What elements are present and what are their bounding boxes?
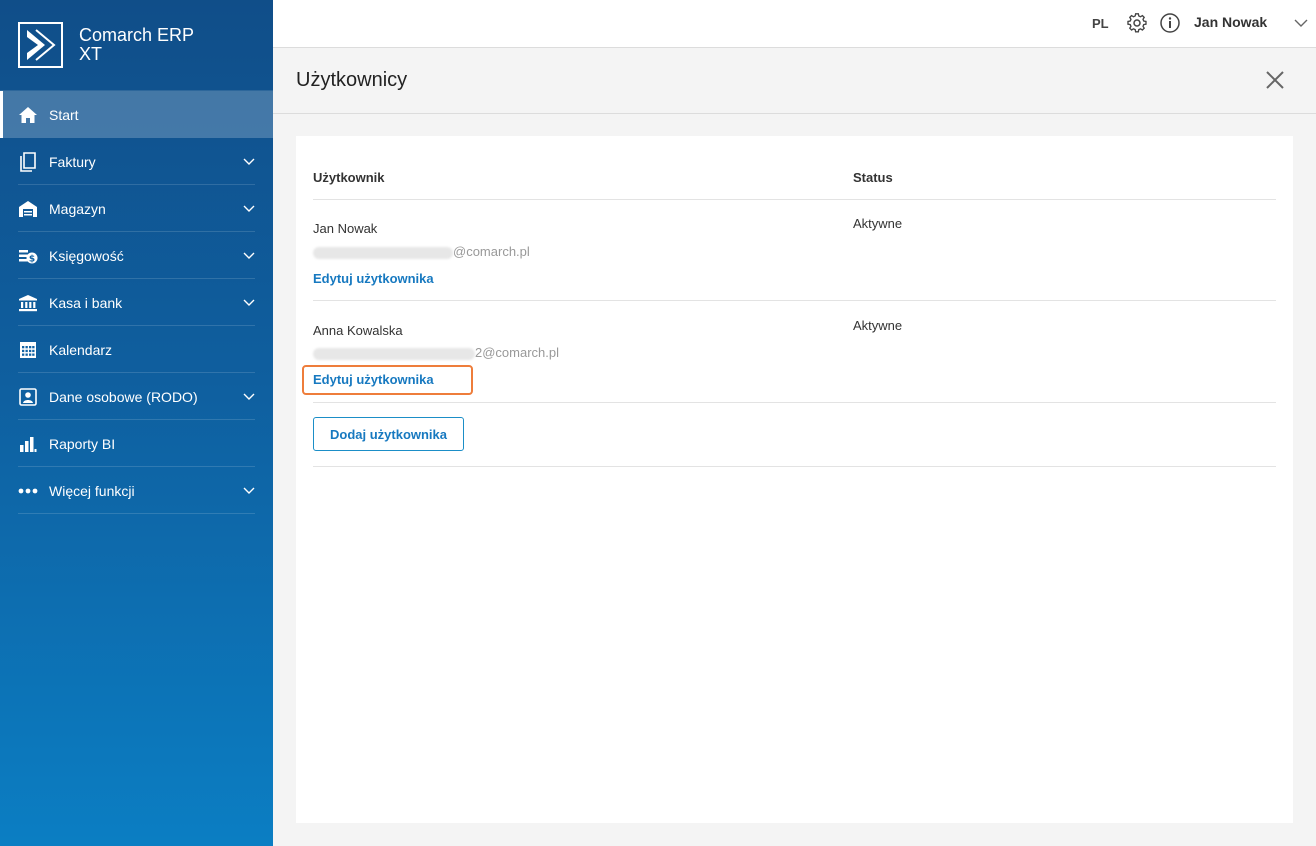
- page-header: Użytkownicy: [273, 48, 1316, 114]
- user-status: Aktywne: [853, 318, 903, 333]
- divider: [313, 402, 1276, 403]
- bank-icon: [18, 293, 38, 313]
- bar-chart-icon: [18, 434, 38, 454]
- chevron-down-icon[interactable]: [1294, 16, 1308, 30]
- sidebar-item-magazyn[interactable]: Magazyn: [0, 185, 273, 232]
- home-icon: [18, 105, 38, 125]
- sidebar-item-kalendarz[interactable]: Kalendarz: [0, 326, 273, 373]
- comarch-logo-icon: [18, 22, 63, 68]
- column-header-status: Status: [853, 170, 893, 185]
- sidebar: Comarch ERP XT Start Faktury Magazyn $ K…: [0, 0, 273, 846]
- user-email: 2@comarch.pl: [313, 345, 559, 360]
- user-status: Aktywne: [853, 216, 903, 231]
- brand[interactable]: Comarch ERP XT: [0, 0, 273, 91]
- sidebar-nav: Start Faktury Magazyn $ Księgowość Kasa …: [0, 91, 273, 514]
- chevron-down-icon: [243, 205, 255, 212]
- edit-user-link[interactable]: Edytuj użytkownika: [313, 271, 434, 286]
- accounting-icon: $: [18, 246, 38, 266]
- sidebar-item-label: Start: [49, 106, 79, 123]
- sidebar-item-label: Kasa i bank: [49, 294, 123, 311]
- edit-user-link[interactable]: Edytuj użytkownika: [313, 372, 434, 387]
- info-icon[interactable]: [1159, 12, 1181, 34]
- sidebar-item-label: Kalendarz: [49, 341, 113, 358]
- person-card-icon: [18, 387, 38, 407]
- app-name: Comarch ERP XT: [79, 25, 194, 64]
- divider: [313, 466, 1276, 467]
- sidebar-item-label: Więcej funkcji: [49, 482, 135, 499]
- sidebar-item-ksiegowosc[interactable]: $ Księgowość: [0, 232, 273, 279]
- add-user-button[interactable]: Dodaj użytkownika: [313, 417, 464, 451]
- divider: [313, 300, 1276, 301]
- sidebar-item-label: Księgowość: [49, 247, 124, 264]
- sidebar-item-wiecej-funkcji[interactable]: Więcej funkcji: [0, 467, 273, 514]
- calendar-icon: [18, 340, 38, 360]
- user-email: @comarch.pl: [313, 244, 530, 259]
- sidebar-item-label: Raporty BI: [49, 435, 116, 452]
- sidebar-item-raporty-bi[interactable]: Raporty BI: [0, 420, 273, 467]
- users-card: Użytkownik Status Jan Nowak @comarch.pl …: [296, 136, 1293, 823]
- sidebar-item-dane-osobowe[interactable]: Dane osobowe (RODO): [0, 373, 273, 420]
- language-switch[interactable]: PL: [1092, 16, 1109, 31]
- warehouse-icon: [18, 199, 38, 219]
- user-name: Anna Kowalska: [313, 323, 403, 338]
- chevron-down-icon: [243, 393, 255, 400]
- close-icon[interactable]: [1263, 68, 1287, 92]
- divider: [313, 199, 1276, 200]
- sidebar-item-start[interactable]: Start: [0, 91, 273, 138]
- redacted-text: [313, 246, 453, 259]
- chevron-down-icon: [243, 299, 255, 306]
- redacted-text: [313, 347, 475, 360]
- page-title: Użytkownicy: [296, 69, 408, 91]
- topbar: PL Jan Nowak: [273, 0, 1316, 48]
- more-dots-icon: [18, 481, 38, 501]
- chevron-down-icon: [243, 158, 255, 165]
- sidebar-item-faktury[interactable]: Faktury: [0, 138, 273, 185]
- column-header-user: Użytkownik: [313, 170, 385, 185]
- document-icon: [18, 151, 38, 172]
- chevron-down-icon: [243, 252, 255, 259]
- sidebar-item-label: Magazyn: [49, 200, 106, 217]
- sidebar-item-kasa-i-bank[interactable]: Kasa i bank: [0, 279, 273, 326]
- user-menu[interactable]: Jan Nowak: [1194, 14, 1267, 30]
- user-name: Jan Nowak: [313, 221, 378, 236]
- sidebar-item-label: Dane osobowe (RODO): [49, 388, 198, 405]
- chevron-down-icon: [243, 487, 255, 494]
- gear-icon[interactable]: [1126, 12, 1148, 34]
- sidebar-item-label: Faktury: [49, 153, 96, 170]
- svg-text:$: $: [29, 254, 35, 264]
